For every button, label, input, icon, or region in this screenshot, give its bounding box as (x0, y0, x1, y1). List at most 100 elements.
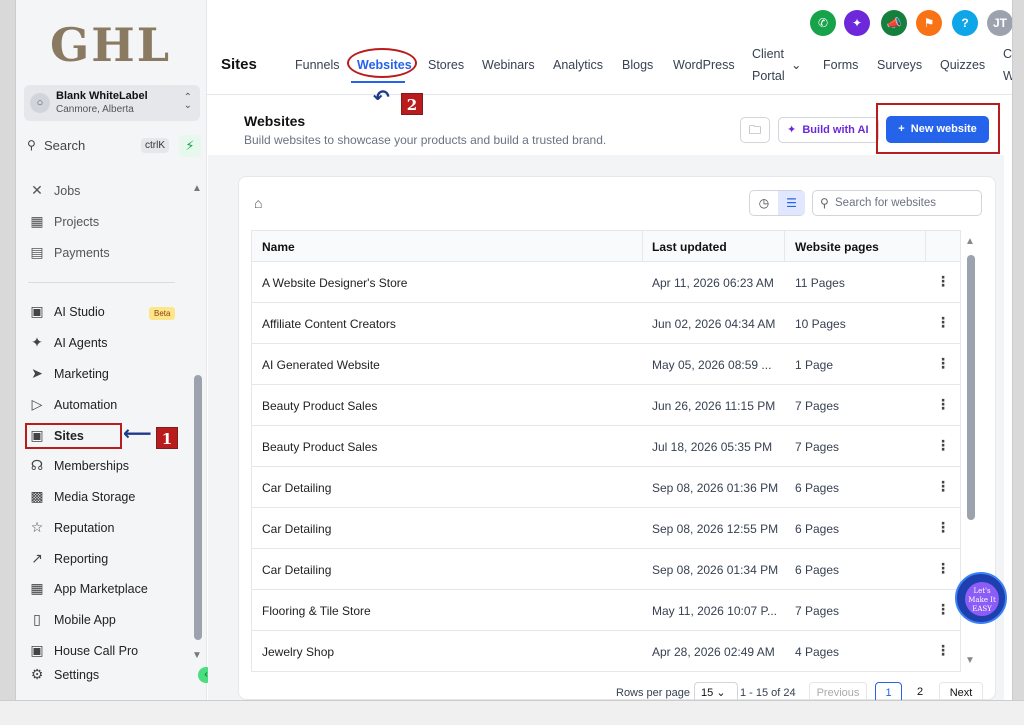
tab-chat-widget-line2[interactable]: Widg (1003, 69, 1012, 83)
sidebar-item-reporting[interactable]: ↗ Reporting (28, 548, 188, 570)
sidebar-item-marketing[interactable]: ➤ Marketing (28, 363, 188, 385)
user-avatar[interactable]: JT (987, 10, 1012, 36)
more-options-icon[interactable]: ⋮ (936, 560, 950, 577)
build-with-ai-button[interactable]: ✦ Build with AI (778, 117, 879, 143)
page-1-button[interactable]: 1 (875, 682, 902, 700)
tab-quizzes[interactable]: Quizzes (940, 58, 985, 72)
tab-wordpress[interactable]: WordPress (673, 58, 735, 72)
more-options-icon[interactable]: ⋮ (936, 314, 950, 331)
table-scroll-down-icon[interactable]: ▼ (965, 655, 975, 666)
tab-client-portal-line1[interactable]: Client (752, 47, 784, 61)
sidebar-item-app-marketplace[interactable]: ▦ App Marketplace (28, 578, 188, 600)
clock-icon[interactable]: ◷ (750, 191, 778, 215)
website-name[interactable]: Car Detailing (262, 481, 331, 495)
tab-funnels[interactable]: Funnels (295, 58, 339, 72)
website-name[interactable]: Car Detailing (262, 563, 331, 577)
website-name[interactable]: A Website Designer's Store (262, 276, 407, 290)
more-options-icon[interactable]: ⋮ (936, 601, 950, 618)
section-title: Sites (221, 56, 257, 73)
sidebar-scroll-up-icon[interactable]: ▲ (192, 183, 202, 194)
tab-stores[interactable]: Stores (428, 58, 464, 72)
quick-action-bolt-icon[interactable]: ⚡ (179, 135, 201, 157)
sidebar-item-media-storage[interactable]: ▩ Media Storage (28, 486, 188, 508)
column-header-website-pages[interactable]: Website pages (795, 240, 879, 254)
sidebar-scrollbar[interactable] (194, 375, 202, 640)
table-scrollbar[interactable] (967, 255, 975, 520)
sidebar-item-jobs[interactable]: ✕ Jobs (28, 180, 188, 202)
more-options-icon[interactable]: ⋮ (936, 437, 950, 454)
table-row[interactable]: Jewelry Shop Apr 28, 2026 02:49 AM 4 Pages… (251, 631, 961, 672)
rows-per-page-select[interactable]: 15 ⌄ (694, 682, 738, 700)
table-row[interactable]: Beauty Product Sales Jul 18, 2026 05:35 P… (251, 426, 961, 467)
table-row[interactable]: AI Generated Website May 05, 2026 08:59 .… (251, 344, 961, 385)
tab-blogs[interactable]: Blogs (622, 58, 653, 72)
megaphone-icon[interactable]: 📣 (881, 10, 907, 36)
previous-page-button[interactable]: Previous (809, 682, 867, 700)
tab-analytics[interactable]: Analytics (553, 58, 603, 72)
table-scroll-up-icon[interactable]: ▲ (965, 236, 975, 247)
tab-surveys[interactable]: Surveys (877, 58, 922, 72)
sidebar-search[interactable]: ⚲ Search ctrlK (24, 135, 174, 157)
phone-icon[interactable]: ✆ (810, 10, 836, 36)
active-tab-underline (351, 81, 405, 83)
website-name[interactable]: Flooring & Tile Store (262, 604, 371, 618)
sidebar-item-label: App Marketplace (54, 582, 148, 596)
sidebar: GHL ○ Blank WhiteLabel Canmore, Alberta … (16, 0, 207, 700)
brand-logo[interactable]: GHL (50, 18, 171, 72)
account-switcher[interactable]: ○ Blank WhiteLabel Canmore, Alberta ⌃ ⌄ (24, 85, 200, 121)
column-header-last-updated[interactable]: Last updated (652, 240, 727, 254)
sidebar-item-ai-agents[interactable]: ✦ AI Agents (28, 332, 188, 354)
website-name[interactable]: Jewelry Shop (262, 645, 334, 659)
page-2-button[interactable]: 2 (908, 682, 932, 700)
table-row[interactable]: Car Detailing Sep 08, 2026 01:36 PM 6 Page… (251, 467, 961, 508)
sidebar-item-house-call-pro[interactable]: ▣ House Call Pro (28, 640, 188, 662)
tab-forms[interactable]: Forms (823, 58, 858, 72)
table-row[interactable]: Car Detailing Sep 08, 2026 12:55 PM 6 Page… (251, 508, 961, 549)
sidebar-item-settings[interactable]: ⚙ Settings (28, 664, 188, 686)
column-header-name[interactable]: Name (262, 240, 295, 254)
sidebar-item-reputation[interactable]: ☆ Reputation (28, 517, 188, 539)
more-options-icon[interactable]: ⋮ (936, 478, 950, 495)
table-row[interactable]: Car Detailing Sep 08, 2026 01:34 PM 6 Page… (251, 549, 961, 590)
more-options-icon[interactable]: ⋮ (936, 273, 950, 290)
sidebar-scroll-down-icon[interactable]: ▼ (192, 650, 202, 661)
chevron-down-icon[interactable]: ⌄ (791, 57, 801, 72)
website-name[interactable]: Beauty Product Sales (262, 440, 377, 454)
tab-client-portal-line2[interactable]: Portal (752, 69, 785, 83)
media-storage-icon: ▩ (30, 488, 44, 504)
ai-agents-icon: ✦ (31, 334, 43, 350)
next-page-button[interactable]: Next (939, 682, 983, 700)
jobs-icon: ✕ (31, 182, 43, 198)
website-name[interactable]: Beauty Product Sales (262, 399, 377, 413)
table-row[interactable]: Flooring & Tile Store May 11, 2026 10:07 … (251, 590, 961, 631)
more-options-icon[interactable]: ⋮ (936, 519, 950, 536)
sidebar-item-automation[interactable]: ▷ Automation (28, 394, 188, 416)
sidebar-item-projects[interactable]: ▦ Projects (28, 211, 188, 233)
website-name[interactable]: AI Generated Website (262, 358, 380, 372)
table-row[interactable]: Beauty Product Sales Jun 26, 2026 11:15 P… (251, 385, 961, 426)
more-options-icon[interactable]: ⋮ (936, 396, 950, 413)
settings-icon: ⚙ (30, 666, 44, 682)
tab-chat-widget-line1[interactable]: Chat (1003, 47, 1012, 61)
more-options-icon[interactable]: ⋮ (936, 642, 950, 659)
sidebar-item-mobile-app[interactable]: ▯ Mobile App (28, 609, 188, 631)
sidebar-item-label: Settings (54, 668, 100, 682)
sidebar-item-payments[interactable]: ▤ Payments (28, 242, 188, 264)
top-navigation: ✆ ✦ 📣 ⚑ ? JT Sites Funnels Websites Stor… (207, 0, 1012, 95)
new-folder-button[interactable]: 🗀 (740, 117, 770, 143)
sidebar-item-memberships[interactable]: ☊ Memberships (28, 455, 188, 477)
view-toggle[interactable]: ◷ ☰ (749, 190, 805, 216)
website-search[interactable]: ⚲ (812, 190, 982, 216)
table-row[interactable]: A Website Designer's Store Apr 11, 2026 0… (251, 262, 961, 303)
home-icon[interactable]: ⌂ (254, 195, 262, 211)
website-name[interactable]: Affiliate Content Creators (262, 317, 396, 331)
more-options-icon[interactable]: ⋮ (936, 355, 950, 372)
list-view-icon[interactable]: ☰ (778, 191, 805, 215)
website-search-input[interactable] (835, 195, 975, 211)
tab-webinars[interactable]: Webinars (482, 58, 535, 72)
table-row[interactable]: Affiliate Content Creators Jun 02, 2026 0… (251, 303, 961, 344)
bell-icon[interactable]: ⚑ (916, 10, 942, 36)
ai-sparkle-icon[interactable]: ✦ (844, 10, 870, 36)
help-icon[interactable]: ? (952, 10, 978, 36)
website-name[interactable]: Car Detailing (262, 522, 331, 536)
